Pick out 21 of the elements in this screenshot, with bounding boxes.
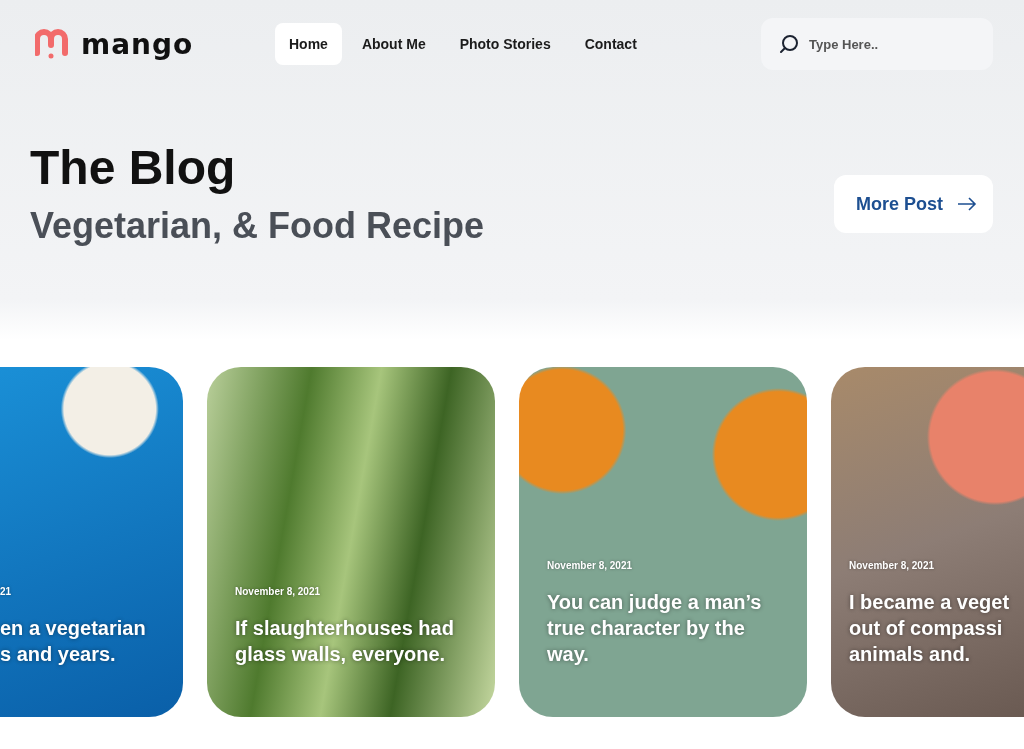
post-date: 21 bbox=[0, 586, 13, 597]
post-title[interactable]: If slaughterhouses had glass walls, everyone. bbox=[235, 615, 475, 667]
arrow-right-icon bbox=[957, 197, 977, 211]
search-field[interactable]: Type Here.. bbox=[761, 18, 993, 70]
post-date: November 8, 2021 bbox=[547, 560, 634, 571]
post-title[interactable]: I became a veget out of compassi animals and. bbox=[849, 589, 1024, 667]
post-title[interactable]: en a vegetarian s and years. bbox=[0, 615, 163, 667]
nav-tab[interactable]: Photo Stories bbox=[445, 23, 565, 65]
post-card[interactable]: November 8, 2021 I became a veget out of compassi animals and. bbox=[831, 367, 1024, 717]
page-subtitle: Vegetarian, & Food Recipe bbox=[30, 204, 485, 248]
post-card[interactable]: November 8, 2021 If slaughterhouses had glass walls, everyone. bbox=[207, 367, 495, 717]
nav-tab[interactable]: About Me bbox=[347, 23, 440, 65]
post-card[interactable]: 21 en a vegetarian s and years. bbox=[0, 367, 183, 717]
logo-text: mango bbox=[81, 27, 194, 61]
more-post-button[interactable]: More Post bbox=[834, 175, 993, 233]
page-title: The Blog bbox=[30, 140, 237, 196]
nav-tab[interactable]: Contact bbox=[570, 23, 651, 65]
logo-icon bbox=[35, 29, 69, 59]
nav-tab[interactable]: Home bbox=[275, 23, 342, 65]
post-date: November 8, 2021 bbox=[849, 560, 936, 571]
post-date: November 8, 2021 bbox=[235, 586, 322, 597]
